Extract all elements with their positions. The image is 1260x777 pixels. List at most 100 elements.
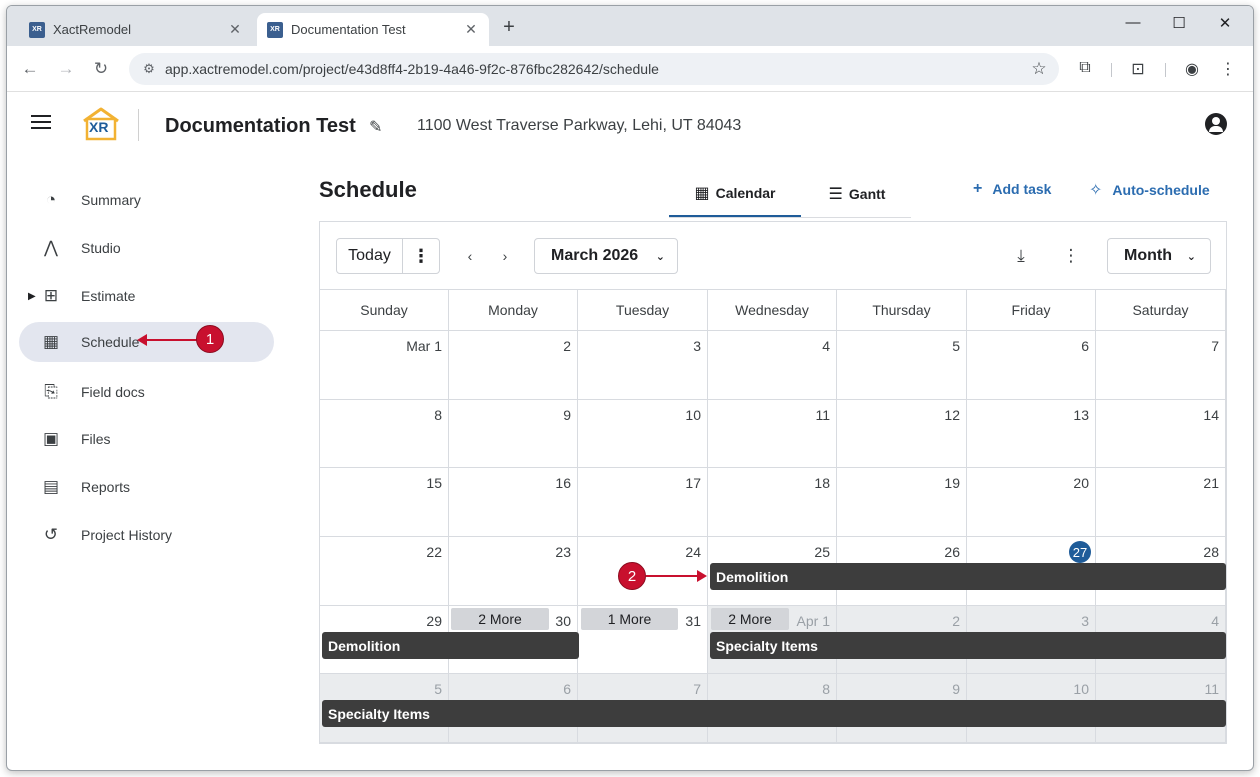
- calendar-panel: Today ⋮ ‹ › March 2026 ⌄ ⤓ ⋮ Month ⌄ Sun…: [319, 221, 1227, 744]
- view-select[interactable]: Month ⌄: [1107, 238, 1211, 274]
- callout-arrow-head: [697, 570, 707, 582]
- close-window-icon[interactable]: ✕: [1205, 14, 1245, 32]
- calendar-day-cell[interactable]: 21: [1096, 468, 1226, 537]
- calendar-day-cell[interactable]: 9: [449, 400, 578, 468]
- calendar-day-cell[interactable]: 5: [837, 331, 967, 400]
- sidebar-item-estimate[interactable]: ▶ ⊞ Estimate: [19, 276, 274, 316]
- download-icon[interactable]: ⤓: [1010, 246, 1032, 266]
- event-bar[interactable]: Specialty Items: [710, 632, 1226, 659]
- date-number: 18: [814, 475, 830, 491]
- date-number: 7: [1211, 338, 1219, 354]
- xactremodel-logo[interactable]: XR: [81, 107, 121, 141]
- browser-tab-xactremodel[interactable]: XR XactRemodel ✕: [19, 13, 253, 46]
- toolbar-divider: [1111, 63, 1112, 77]
- calendar-day-cell[interactable]: 6: [967, 331, 1096, 400]
- event-bar[interactable]: Demolition: [710, 563, 1226, 590]
- more-events-chip[interactable]: 2 More: [711, 608, 789, 630]
- calendar-day-cell[interactable]: 16: [449, 468, 578, 537]
- forward-icon[interactable]: →: [55, 59, 77, 79]
- browser-tab-documentation-test[interactable]: XR Documentation Test ✕: [257, 13, 489, 46]
- reload-icon[interactable]: ↻: [90, 59, 112, 79]
- sidebar-item-label: Summary: [81, 192, 141, 208]
- profile-icon[interactable]: ◉: [1181, 59, 1203, 79]
- maximize-icon[interactable]: ☐: [1159, 14, 1199, 32]
- weekday-header: Thursday: [837, 290, 967, 331]
- calendar-day-cell[interactable]: 18: [708, 468, 837, 537]
- date-number: 13: [1073, 407, 1089, 423]
- date-number: 28: [1203, 544, 1219, 560]
- close-icon[interactable]: ✕: [223, 21, 247, 38]
- calendar-day-cell[interactable]: Mar 1: [320, 331, 449, 400]
- calendar-day-cell[interactable]: 14: [1096, 400, 1226, 468]
- calendar-day-cell[interactable]: 20: [967, 468, 1096, 537]
- sidebar-item-summary[interactable]: ◔ Summary: [19, 180, 274, 220]
- auto-schedule-button[interactable]: ✧ Auto-schedule: [1089, 180, 1210, 200]
- tab-title: XactRemodel: [53, 22, 132, 37]
- tab-gantt[interactable]: ☰ Gantt: [803, 171, 911, 217]
- date-number: 24: [685, 544, 701, 560]
- sidebar-item-field-docs[interactable]: ⎘ Field docs: [19, 372, 274, 412]
- date-number: 11: [1204, 681, 1219, 697]
- calendar-day-cell[interactable]: 12: [837, 400, 967, 468]
- menu-dots-icon[interactable]: ⋮: [1217, 59, 1239, 79]
- calendar-day-cell[interactable]: 8: [320, 400, 449, 468]
- tab-calendar[interactable]: ▦ Calendar: [669, 171, 801, 217]
- add-task-button[interactable]: + Add task: [973, 180, 1051, 198]
- date-number: 29: [426, 613, 442, 629]
- minimize-icon[interactable]: —: [1113, 14, 1153, 31]
- document-icon: ▤: [42, 477, 60, 496]
- callout-arrow-line: [646, 575, 698, 577]
- close-icon[interactable]: ✕: [459, 21, 483, 38]
- pencil-edit-icon[interactable]: ✎: [369, 117, 382, 137]
- date-number: 10: [1073, 681, 1089, 697]
- month-picker[interactable]: March 2026 ⌄: [534, 238, 678, 274]
- more-events-chip[interactable]: 1 More: [581, 608, 678, 630]
- tab-strip: XR XactRemodel ✕ XR Documentation Test ✕…: [7, 6, 1253, 46]
- calendar-day-cell[interactable]: 15: [320, 468, 449, 537]
- images-icon: ▣: [42, 429, 60, 448]
- more-vert-icon[interactable]: ⋮: [1060, 246, 1082, 266]
- expand-triangle-icon[interactable]: ▶: [28, 291, 36, 302]
- new-tab-icon[interactable]: +: [499, 16, 519, 39]
- calendar-day-cell[interactable]: 17: [578, 468, 708, 537]
- account-icon[interactable]: [1205, 113, 1227, 135]
- xr-favicon-icon: XR: [267, 21, 283, 38]
- date-number: 19: [944, 475, 960, 491]
- calendar-day-cell[interactable]: 2: [449, 331, 578, 400]
- sidebar-item-project-history[interactable]: ↺ Project History: [19, 515, 274, 555]
- today-button[interactable]: Today: [337, 239, 403, 273]
- event-bar[interactable]: Specialty Items: [322, 700, 1226, 727]
- bookmark-star-icon[interactable]: ☆: [1019, 59, 1059, 79]
- date-number: 3: [693, 338, 701, 354]
- more-options-icon[interactable]: ⋮: [403, 239, 439, 273]
- calendar-toolbar: Today ⋮ ‹ › March 2026 ⌄ ⤓ ⋮ Month ⌄: [320, 222, 1226, 290]
- address-bar[interactable]: ⚙ app.xactremodel.com/project/e43d8ff4-2…: [129, 53, 1059, 85]
- calendar-day-cell[interactable]: 11: [708, 400, 837, 468]
- calendar-day-cell[interactable]: 19: [837, 468, 967, 537]
- app-header: XR Documentation Test ✎ 1100 West Traver…: [7, 93, 1253, 159]
- calendar-day-cell[interactable]: 10: [578, 400, 708, 468]
- event-bar[interactable]: Demolition: [322, 632, 579, 659]
- calendar-day-cell[interactable]: 23: [449, 537, 578, 606]
- callout-arrow-line: [145, 339, 197, 341]
- more-events-chip[interactable]: 2 More: [451, 608, 549, 630]
- calendar-day-cell[interactable]: 22: [320, 537, 449, 606]
- browser-toolbar: ← → ↻ ⚙ app.xactremodel.com/project/e43d…: [7, 46, 1253, 92]
- next-month-icon[interactable]: ›: [497, 248, 513, 264]
- calendar-day-cell[interactable]: 13: [967, 400, 1096, 468]
- calendar-day-cell[interactable]: 4: [708, 331, 837, 400]
- month-label: March 2026: [551, 247, 639, 264]
- back-icon[interactable]: ←: [19, 59, 41, 79]
- previous-month-icon[interactable]: ‹: [462, 248, 478, 264]
- calendar-icon: ▦: [694, 185, 710, 202]
- calendar-day-cell[interactable]: 3: [578, 331, 708, 400]
- sidebar-item-reports[interactable]: ▤ Reports: [19, 467, 274, 507]
- url-text[interactable]: app.xactremodel.com/project/e43d8ff4-2b1…: [165, 61, 1019, 77]
- search-tab-icon[interactable]: ⊡: [1127, 59, 1149, 79]
- site-info-icon[interactable]: ⚙: [133, 61, 165, 77]
- extensions-icon[interactable]: ⧉: [1074, 59, 1096, 77]
- calendar-day-cell[interactable]: 7: [1096, 331, 1226, 400]
- sidebar-item-files[interactable]: ▣ Files: [19, 419, 274, 459]
- sidebar-item-studio[interactable]: ⋀ Studio: [19, 228, 274, 268]
- hamburger-menu-icon[interactable]: [31, 115, 51, 129]
